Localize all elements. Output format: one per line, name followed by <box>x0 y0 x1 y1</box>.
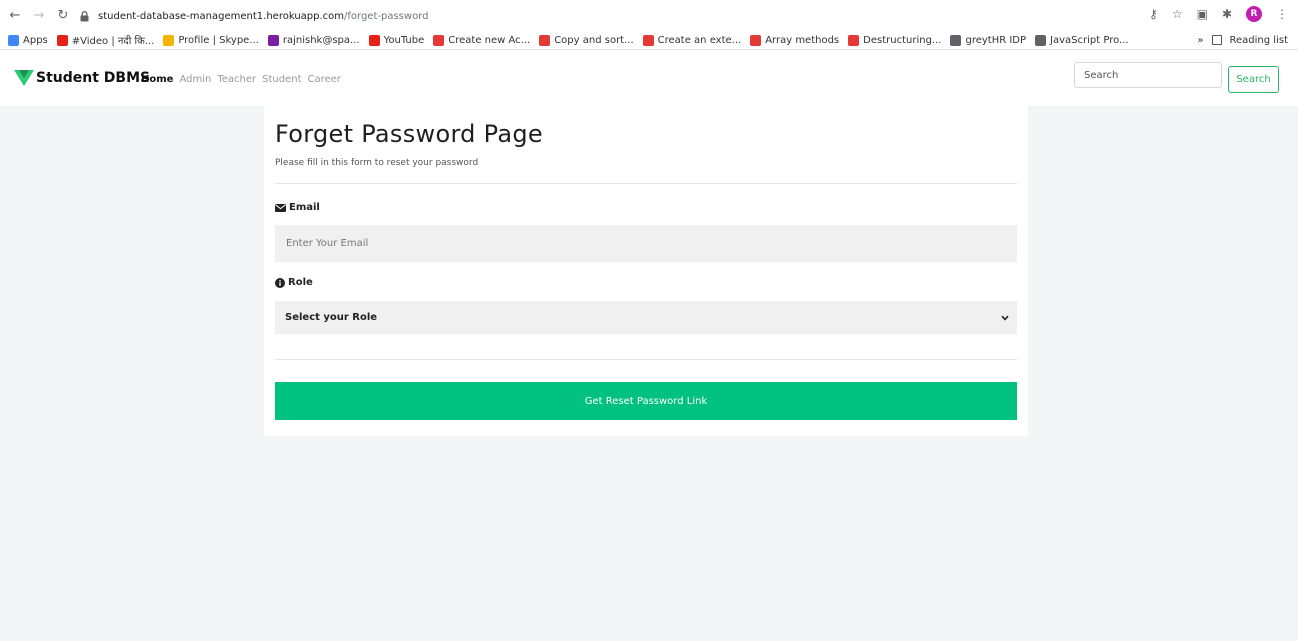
avatar[interactable]: R <box>1246 6 1262 22</box>
bookmark-item[interactable]: Destructuring... <box>848 34 942 46</box>
bookmark-label: Copy and sort... <box>554 34 634 46</box>
bookmark-item[interactable]: YouTube <box>368 34 425 46</box>
star-icon[interactable]: ☆ <box>1172 7 1183 21</box>
nav-links: Home Admin Teacher Student Career <box>141 74 341 85</box>
bookmark-favicon-icon <box>56 34 68 46</box>
reading-list-label[interactable]: Reading list <box>1230 35 1288 46</box>
puzzle-icon[interactable]: ✱ <box>1222 7 1232 21</box>
url-bar[interactable]: student-database-management1.herokuapp.c… <box>78 6 1128 26</box>
toolbar-right: ⚷ ☆ ▣ ✱ R ⋮ <box>1149 6 1288 22</box>
bookmarks-bar: Apps #Video | नदी कि... Profile | Skype...… <box>0 30 1298 50</box>
bookmark-favicon-icon <box>950 34 962 46</box>
nav-link-home[interactable]: Home <box>141 74 173 85</box>
bookmark-label: Create new Ac... <box>448 34 531 46</box>
key-icon[interactable]: ⚷ <box>1149 7 1158 21</box>
bookmark-favicon-icon <box>750 34 762 46</box>
bookmark-item[interactable]: JavaScript Pro... <box>1035 34 1129 46</box>
bookmark-item[interactable]: Copy and sort... <box>539 34 634 46</box>
role-select[interactable]: Select your Role <box>275 301 1017 334</box>
bookmark-favicon-icon <box>433 34 445 46</box>
url-path: /forget-password <box>344 10 429 22</box>
more-bookmarks-icon[interactable]: » <box>1197 35 1203 46</box>
get-reset-link-button[interactable]: Get Reset Password Link <box>275 382 1017 420</box>
bookmark-item[interactable]: Profile | Skype... <box>163 34 259 46</box>
divider <box>275 359 1017 360</box>
forward-icon[interactable]: → <box>30 6 48 24</box>
chevron-down-icon <box>1001 315 1009 321</box>
nav-link-teacher[interactable]: Teacher <box>217 74 256 85</box>
lock-icon <box>78 10 90 22</box>
bookmark-label: rajnishk@spa... <box>282 34 360 46</box>
bookmarks-right: » Reading list <box>1197 30 1288 50</box>
bookmark-favicon-icon <box>848 34 860 46</box>
bookmark-item[interactable]: Apps <box>8 34 48 46</box>
reload-icon[interactable]: ↻ <box>54 6 72 24</box>
nav-link-student[interactable]: Student <box>262 74 301 85</box>
bookmark-item[interactable]: rajnishk@spa... <box>267 34 360 46</box>
envelope-icon <box>275 203 286 212</box>
bookmark-favicon-icon <box>163 34 175 46</box>
bookmark-label: YouTube <box>383 34 425 46</box>
email-label-text: Email <box>289 202 320 213</box>
search-input[interactable] <box>1074 62 1222 88</box>
bookmark-label: Create an exte... <box>657 34 742 46</box>
bookmark-label: Array methods <box>765 34 840 46</box>
bookmark-label: Destructuring... <box>863 34 942 46</box>
bookmark-favicon-icon <box>642 34 654 46</box>
address-row: ← → ↻ student-database-management1.herok… <box>0 0 1298 30</box>
vue-logo-icon <box>14 70 34 86</box>
brand-name: Student DBMS <box>36 70 151 86</box>
divider <box>275 183 1017 184</box>
page-title: Forget Password Page <box>275 120 543 148</box>
role-selected-value: Select your Role <box>285 312 378 323</box>
info-icon <box>275 277 285 288</box>
extension-box-icon[interactable]: ▣ <box>1197 7 1208 21</box>
apps-grid-icon <box>8 34 19 46</box>
search-button[interactable]: Search <box>1228 66 1279 93</box>
role-label: Role <box>275 277 313 288</box>
role-label-text: Role <box>288 277 313 288</box>
bookmark-label: #Video | नदी कि... <box>71 36 155 47</box>
email-label: Email <box>275 202 320 213</box>
brand[interactable]: Student DBMS <box>14 70 150 86</box>
email-field[interactable] <box>275 225 1017 262</box>
bookmark-item[interactable]: Array methods <box>750 34 840 46</box>
bookmark-favicon-icon <box>368 34 380 46</box>
bookmark-label: Apps <box>23 34 48 46</box>
bookmark-favicon-icon <box>1035 34 1047 46</box>
nav-link-career[interactable]: Career <box>308 74 341 85</box>
reading-list-icon[interactable] <box>1211 35 1222 45</box>
kebab-menu-icon[interactable]: ⋮ <box>1276 7 1288 21</box>
page-subtitle: Please fill in this form to reset your p… <box>275 158 479 168</box>
bookmark-item[interactable]: Create new Ac... <box>433 34 531 46</box>
bookmark-favicon-icon <box>267 34 279 46</box>
bookmark-label: JavaScript Pro... <box>1050 34 1129 46</box>
browser-chrome: ← → ↻ student-database-management1.herok… <box>0 0 1298 50</box>
bookmark-item[interactable]: #Video | नदी कि... <box>56 33 155 47</box>
bookmark-label: Profile | Skype... <box>178 34 259 46</box>
url-host: student-database-management1.herokuapp.c… <box>98 10 345 22</box>
bookmark-label: greytHR IDP <box>965 34 1027 46</box>
nav-link-admin[interactable]: Admin <box>179 74 211 85</box>
bookmark-item[interactable]: Create an exte... <box>642 34 742 46</box>
forget-password-card: Forget Password Page Please fill in this… <box>264 106 1028 436</box>
back-icon[interactable]: ← <box>6 6 24 24</box>
bookmark-favicon-icon <box>539 34 551 46</box>
bookmark-item[interactable]: greytHR IDP <box>950 34 1027 46</box>
